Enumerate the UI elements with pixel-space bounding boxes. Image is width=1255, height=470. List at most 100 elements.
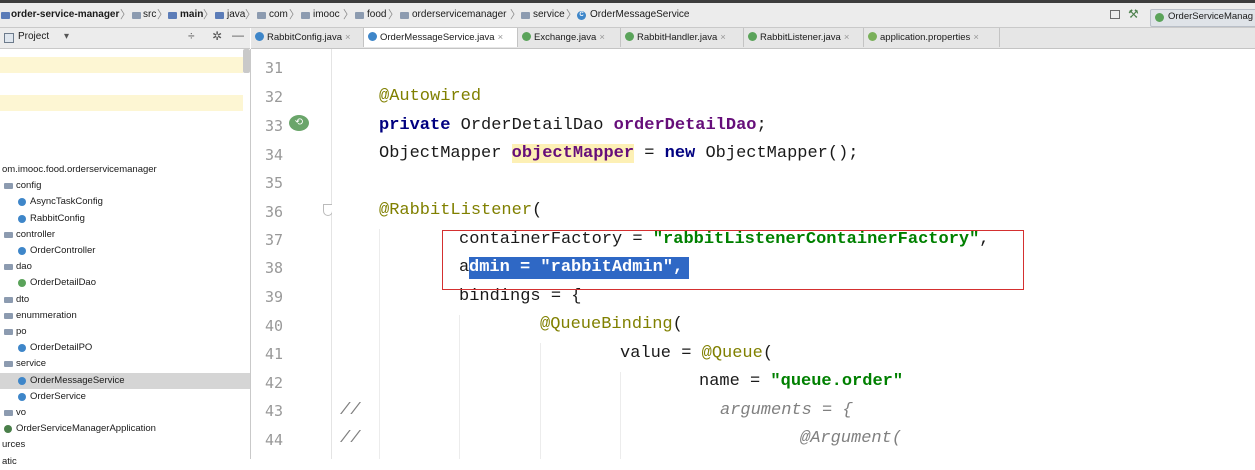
close-icon[interactable]: × [973,32,979,43]
project-panel-header: Project ▾ ÷ ✲ — [0,28,250,49]
close-icon[interactable]: × [844,32,850,43]
tree-item[interactable]: service [0,356,250,372]
tree-item-label: om.imooc.food.orderservicemanager [2,164,157,175]
folder-icon [4,183,13,190]
project-view-label[interactable]: Project [18,31,49,42]
line-number: 41 [264,345,283,363]
annotation-red-box [442,230,1024,290]
annotation-icon [748,32,757,41]
close-icon[interactable]: × [599,32,605,43]
hide-panel-icon[interactable]: — [232,28,244,42]
breadcrumb-item-src[interactable]: src [143,3,156,27]
breadcrumb: order-service-manager 〉 src 〉 main 〉 jav… [0,3,1255,28]
line-number: 31 [264,59,283,77]
project-tree: om.imooc.food.orderservicemanager config A… [0,49,251,467]
annotation-icon [625,32,634,41]
breadcrumb-item-com[interactable]: com [269,3,288,27]
spring-boot-icon [1155,13,1164,22]
close-icon[interactable]: × [498,32,504,43]
breadcrumb-item-orderservicemanager[interactable]: orderservicemanager [412,3,507,27]
annotation-token: @Queue [701,344,763,363]
tree-item[interactable]: atic [0,454,250,470]
tab-exchange[interactable]: Exchange.java × [518,28,621,47]
tree-highlight-row [0,57,243,73]
tree-item[interactable]: enummeration [0,308,250,324]
tree-item-label: OrderDetailPO [30,342,93,354]
tree-item[interactable]: vo [0,405,250,421]
tree-item-label: atic [2,455,17,467]
tree-item[interactable]: AsyncTaskConfig [0,194,250,210]
tree-item[interactable]: om.imooc.food.orderservicemanager [0,162,250,178]
annotation-token: @Autowired [379,87,482,106]
collapse-all-icon[interactable]: ÷ [188,29,195,43]
tree-item-label: controller [16,228,56,240]
tree-item[interactable]: OrderService [0,389,250,405]
class-icon: C [577,11,586,20]
code-line-41: value = @Queue( [620,344,773,363]
tree-item[interactable]: config [0,178,250,194]
tree-item-label: OrderDetailDao [30,277,96,289]
tree-scrollbar[interactable] [243,49,250,73]
tree-item[interactable]: OrderServiceManagerApplication [0,421,250,437]
tree-item[interactable]: RabbitConfig [0,211,250,227]
code-line-42: name = "queue.order" [699,372,903,391]
tree-item[interactable]: OrderMessageService [0,372,250,389]
tree-item-label: OrderServiceManagerApplication [16,423,156,435]
tree-item[interactable]: dto [0,292,250,308]
breadcrumb-item-ordermessageservice[interactable]: OrderMessageService [590,3,689,27]
interface-icon [18,279,26,288]
tree-item[interactable]: urces [0,437,250,453]
tab-rabbitconfig[interactable]: RabbitConfig.java × [251,28,364,47]
annotation-token: @RabbitListener [379,201,533,220]
tree-item-label: OrderController [30,245,96,256]
class-icon [18,198,26,207]
close-icon[interactable]: × [345,32,351,43]
tab-rabbithandler[interactable]: RabbitHandler.java × [621,28,744,47]
tree-item[interactable]: dao [0,259,250,275]
tree-item[interactable]: OrderController [0,243,250,259]
tab-rabbitlistener[interactable]: RabbitListener.java × [744,28,864,47]
breadcrumb-item-imooc[interactable]: imooc [313,3,340,27]
tree-item[interactable]: OrderDetailDao [0,275,250,291]
code-line-32: @Autowired [379,87,481,106]
class-icon [255,32,264,41]
tree-item-label: dao [16,261,32,273]
string-token: "queue.order" [770,372,904,391]
key-token: value = [620,344,702,363]
tree-item[interactable]: po [0,324,250,340]
run-configuration-label: OrderServiceManag [1168,11,1254,22]
type-token: ObjectMapper [379,144,512,163]
breadcrumb-item-food[interactable]: food [367,3,386,27]
tree-item[interactable]: OrderDetailPO [0,340,250,356]
breadcrumb-item-service[interactable]: service [533,3,565,27]
tab-ordermessageservice[interactable]: OrderMessageService.java × [364,28,518,47]
tree-item-label: po [16,326,27,337]
chevron-down-icon[interactable]: ▾ [64,31,69,42]
tree-item[interactable]: controller [0,227,250,243]
keyword-token: new [664,144,696,163]
gear-icon[interactable]: ✲ [212,29,222,43]
line-number: 42 [264,374,283,392]
tree-item-label: AsyncTaskConfig [30,196,103,208]
tree-item-label: vo [16,407,27,418]
line-number: 35 [264,174,283,192]
tab-label: RabbitListener.java [760,32,841,43]
breadcrumb-item-java[interactable]: java [227,3,245,27]
type-token: OrderDetailDao [450,116,614,135]
tab-label: OrderMessageService.java [380,32,495,43]
folder-icon [257,12,266,19]
tab-application-properties[interactable]: application.properties × [864,28,1000,47]
tree-item-label: service [16,358,47,370]
close-icon[interactable]: × [720,32,726,43]
class-icon [368,32,377,41]
breadcrumb-item-module[interactable]: order-service-manager [11,3,119,27]
run-configuration-select[interactable]: OrderServiceManag [1150,9,1255,27]
comment-slashes: // [340,429,361,448]
build-hammer-icon[interactable]: ⚒ [1128,7,1139,21]
bean-gutter-icon[interactable]: ⟲ [289,115,309,131]
folder-icon [4,264,13,271]
tab-label: Exchange.java [534,32,597,43]
terminal-icon[interactable] [1110,10,1120,19]
code-line-44: @Argument( [800,429,903,448]
breadcrumb-item-main[interactable]: main [180,3,203,27]
